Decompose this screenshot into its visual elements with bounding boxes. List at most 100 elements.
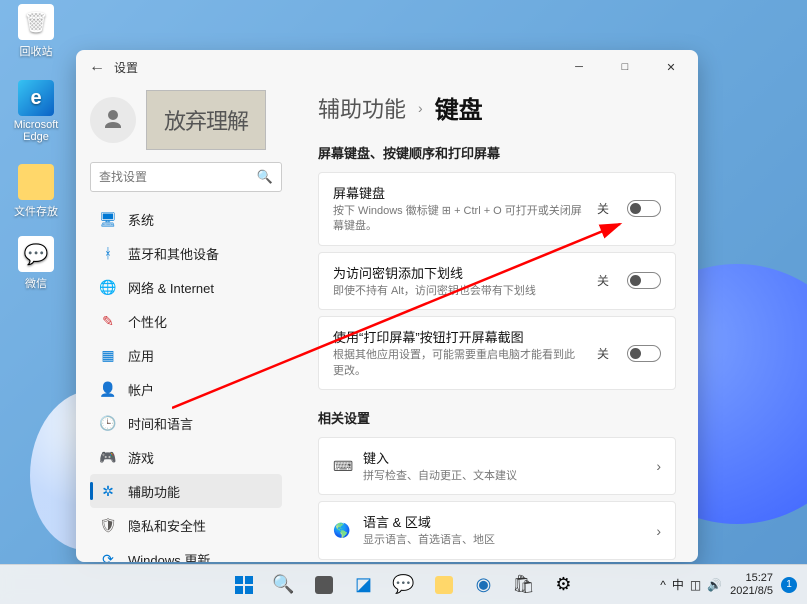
chevron-right-icon: › — [418, 100, 423, 116]
section-heading: 屏幕键盘、按键顺序和打印屏幕 — [318, 143, 676, 162]
search-field[interactable] — [99, 170, 257, 184]
back-button[interactable]: ← — [80, 50, 114, 84]
sidebar-item-5[interactable]: 👤 帐户 — [90, 372, 282, 406]
toggle-switch[interactable] — [627, 345, 661, 362]
network-icon[interactable]: ◫ — [690, 578, 701, 592]
start-button[interactable] — [226, 567, 262, 603]
toggle-state: 关 — [597, 272, 609, 289]
minimize-button[interactable]: ─ — [556, 50, 602, 84]
task-view-button[interactable] — [306, 567, 342, 603]
sidebar-item-6[interactable]: 🕒 时间和语言 — [90, 406, 282, 440]
toggle-title: 屏幕键盘 — [333, 183, 585, 202]
link-desc: 拼写检查、自动更正、文本建议 — [363, 469, 644, 484]
chat-icon: 💬 — [392, 574, 414, 595]
sidebar-item-8[interactable]: ✲辅助功能 — [90, 474, 282, 508]
settings-window: ← 设置 ─ □ ✕ 放弃理解 🔍 🖥系统ᚼ蓝牙和其他设备🌐网络 & Inter… — [76, 50, 698, 562]
store-icon: 🛍 — [512, 574, 535, 595]
sidebar-item-label: 帐户 — [128, 380, 154, 399]
toggle-card-2[interactable]: 使用“打印屏幕”按钮打开屏幕截图根据其他应用设置，可能需要重启电脑才能看到此更改… — [318, 316, 676, 390]
sidebar-item-4[interactable]: ▦应用 — [90, 338, 282, 372]
sidebar-item-2[interactable]: 🌐网络 & Internet — [90, 270, 282, 304]
sidebar-item-label: 游戏 — [128, 448, 154, 467]
clock-time: 15:27 — [730, 572, 773, 585]
link-title: 键入 — [363, 448, 644, 467]
nav-icon: ✲ — [100, 483, 116, 499]
avatar — [90, 97, 136, 143]
clock-date: 2021/8/5 — [730, 585, 773, 598]
nav-icon: ✎ — [100, 313, 116, 329]
toggle-state: 关 — [597, 200, 609, 217]
link-card-1[interactable]: 🌎语言 & 区域显示语言、首选语言、地区› — [318, 501, 676, 559]
notification-badge[interactable]: 1 — [781, 577, 797, 593]
desktop-icon-wechat[interactable]: 💬 微信 — [6, 236, 66, 291]
breadcrumb: 辅助功能 › 键盘 — [318, 90, 676, 125]
toggle-state: 关 — [597, 345, 609, 362]
sidebar-item-label: 网络 & Internet — [128, 278, 214, 297]
window-title: 设置 — [114, 59, 138, 76]
recycle-bin-icon: 🗑 — [18, 4, 54, 40]
taskbar: 🔍 ◪ 💬 ◉ 🛍 ⚙ ^ 中 ◫ 🔊 15:27 2021/8/5 1 — [0, 564, 807, 604]
store-button[interactable]: 🛍 — [506, 567, 542, 603]
explorer-button[interactable] — [426, 567, 462, 603]
windows-icon — [235, 576, 253, 594]
toggle-card-0[interactable]: 屏幕键盘按下 Windows 徽标键 ⊞ + Ctrl + O 可打开或关闭屏幕… — [318, 172, 676, 246]
sidebar: 放弃理解 🔍 🖥系统ᚼ蓝牙和其他设备🌐网络 & Internet✎个性化▦应用👤… — [76, 84, 296, 562]
nav-icon: ▦ — [100, 347, 116, 363]
nav-icon: 🎮 — [100, 449, 116, 465]
search-button[interactable]: 🔍 — [266, 567, 302, 603]
person-icon — [101, 108, 125, 132]
link-icon: 🌎 — [333, 522, 351, 539]
edge-icon: ◉ — [476, 574, 492, 595]
link-icon: ⌨ — [333, 458, 351, 475]
search-input[interactable]: 🔍 — [90, 162, 282, 192]
breadcrumb-parent[interactable]: 辅助功能 — [318, 92, 406, 124]
desktop-icon-label: 微信 — [6, 275, 66, 291]
close-button[interactable]: ✕ — [648, 50, 694, 84]
widgets-button[interactable]: ◪ — [346, 567, 382, 603]
chat-button[interactable]: 💬 — [386, 567, 422, 603]
clock[interactable]: 15:27 2021/8/5 — [730, 572, 773, 597]
search-icon: 🔍 — [257, 169, 273, 185]
desktop-icon-label: Microsoft Edge — [6, 119, 66, 143]
toggle-desc: 即使不持有 Alt，访问密钥也会带有下划线 — [333, 284, 585, 299]
ime-indicator[interactable]: 中 — [672, 576, 684, 593]
tray-chevron-icon[interactable]: ^ — [660, 578, 666, 592]
sidebar-item-0[interactable]: 🖥系统 — [90, 202, 282, 236]
link-card-0[interactable]: ⌨键入拼写检查、自动更正、文本建议› — [318, 437, 676, 495]
sidebar-item-7[interactable]: 🎮 游戏 — [90, 440, 282, 474]
folder-icon — [435, 576, 453, 594]
nav-icon: 🕒 — [100, 415, 116, 431]
section-heading: 相关设置 — [318, 408, 676, 427]
system-tray[interactable]: ^ 中 ◫ 🔊 — [660, 576, 722, 593]
desktop-icon-recycle-bin[interactable]: 🗑 回收站 — [6, 4, 66, 59]
sidebar-item-10[interactable]: ⟳Windows 更新 — [90, 542, 282, 562]
maximize-button[interactable]: □ — [602, 50, 648, 84]
sidebar-item-label: 时间和语言 — [128, 414, 193, 433]
main-content: 辅助功能 › 键盘 屏幕键盘、按键顺序和打印屏幕 屏幕键盘按下 Windows … — [296, 84, 698, 562]
settings-task-button[interactable]: ⚙ — [546, 567, 582, 603]
desktop-icon-edge[interactable]: e Microsoft Edge — [6, 80, 66, 143]
sidebar-item-9[interactable]: 🛡隐私和安全性 — [90, 508, 282, 542]
edge-button[interactable]: ◉ — [466, 567, 502, 603]
toggle-switch[interactable] — [627, 200, 661, 217]
profile[interactable]: 放弃理解 — [90, 84, 282, 162]
chevron-right-icon: › — [656, 523, 661, 539]
sidebar-item-1[interactable]: ᚼ蓝牙和其他设备 — [90, 236, 282, 270]
nav-icon: ⟳ — [100, 551, 116, 562]
desktop-icon-label: 回收站 — [6, 43, 66, 59]
edge-icon: e — [18, 80, 54, 116]
taskbar-right: ^ 中 ◫ 🔊 15:27 2021/8/5 1 — [660, 572, 807, 597]
desktop-icon-folder[interactable]: 文件存放 — [6, 164, 66, 219]
toggle-title: 为访问密钥添加下划线 — [333, 263, 585, 282]
toggle-desc: 根据其他应用设置，可能需要重启电脑才能看到此更改。 — [333, 348, 585, 379]
toggle-desc: 按下 Windows 徽标键 ⊞ + Ctrl + O 可打开或关闭屏幕键盘。 — [333, 204, 585, 235]
sidebar-item-3[interactable]: ✎ 个性化 — [90, 304, 282, 338]
volume-icon[interactable]: 🔊 — [707, 578, 722, 592]
gear-icon: ⚙ — [555, 574, 571, 595]
link-title: 语言 & 区域 — [363, 512, 644, 531]
toggle-card-1[interactable]: 为访问密钥添加下划线即使不持有 Alt，访问密钥也会带有下划线关 — [318, 252, 676, 310]
sidebar-item-label: 个性化 — [128, 312, 167, 331]
nav-icon: 👤 — [100, 381, 116, 397]
nav-icon: 🖥 — [100, 211, 116, 227]
toggle-switch[interactable] — [627, 272, 661, 289]
